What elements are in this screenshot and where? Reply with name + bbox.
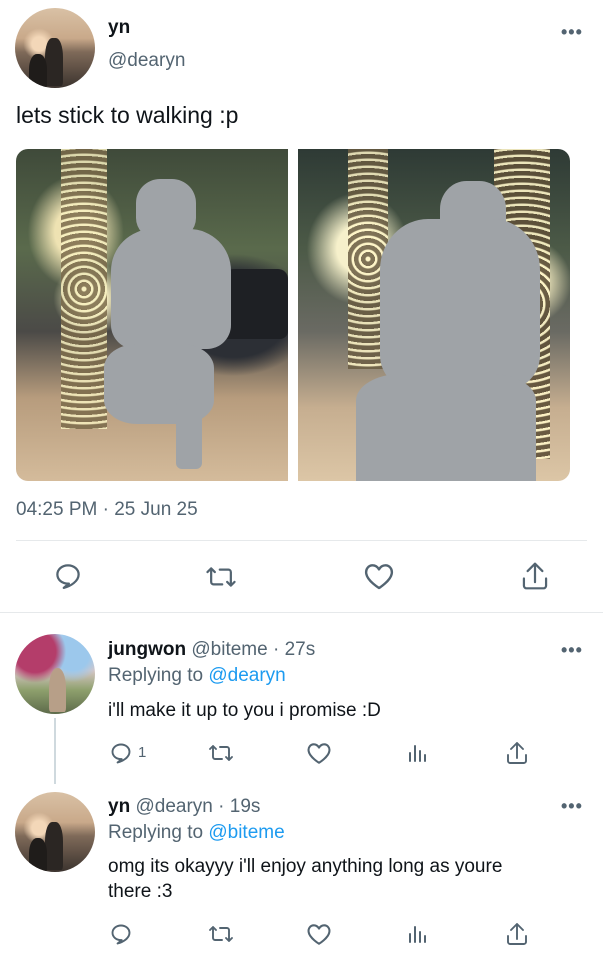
author-name[interactable]: yn <box>108 796 130 817</box>
reply-count: 1 <box>138 744 147 761</box>
share-icon[interactable] <box>505 921 529 947</box>
reply-time: · 27s <box>272 639 316 660</box>
ellipsis-icon[interactable]: ••• <box>561 796 583 817</box>
analytics-icon[interactable] <box>406 922 430 946</box>
divider <box>16 540 587 541</box>
tweet-timestamp: 04:25 PM · 25 Jun 25 <box>16 499 198 520</box>
reply-header: jungwon @biteme · 27s <box>108 639 315 661</box>
tweet-photo-1[interactable] <box>16 149 288 481</box>
avatar[interactable] <box>15 8 95 88</box>
author-name[interactable]: jungwon <box>108 639 186 660</box>
share-icon[interactable] <box>520 560 550 592</box>
tweet-text: lets stick to walking :p <box>16 102 239 128</box>
tweet-photo-2[interactable] <box>298 149 570 481</box>
ellipsis-icon[interactable]: ••• <box>561 640 583 661</box>
reply-header: yn @dearyn · 19s <box>108 796 260 818</box>
avatar[interactable] <box>15 792 95 872</box>
retweet-icon[interactable] <box>207 741 235 765</box>
reply-text-line-1: omg its okayyy i'll enjoy anything long … <box>108 856 503 877</box>
divider <box>0 612 603 613</box>
retweet-icon[interactable] <box>207 922 235 946</box>
reply-icon[interactable] <box>109 922 133 946</box>
avatar[interactable] <box>15 634 95 714</box>
like-icon[interactable] <box>306 741 332 765</box>
replying-to-label: Replying to <box>108 822 204 843</box>
reply-text: i'll make it up to you i promise :D <box>108 700 381 721</box>
thread-line <box>54 718 56 784</box>
reply-icon[interactable] <box>53 561 83 591</box>
reply-time: · 19s <box>218 796 261 817</box>
reply-text-line-2: there :3 <box>108 881 173 902</box>
replying-to: Replying to @biteme <box>108 822 285 844</box>
mention-link[interactable]: @biteme <box>208 822 284 843</box>
share-icon[interactable] <box>505 740 529 766</box>
replying-to-label: Replying to <box>108 665 204 686</box>
analytics-icon[interactable] <box>406 741 430 765</box>
author-name[interactable]: yn <box>108 17 130 39</box>
like-icon[interactable] <box>306 922 332 946</box>
author-handle[interactable]: @dearyn <box>108 50 185 72</box>
ellipsis-icon[interactable]: ••• <box>561 22 583 43</box>
like-icon[interactable] <box>363 561 395 591</box>
mention-link[interactable]: @dearyn <box>208 665 285 686</box>
author-handle[interactable]: @dearyn <box>135 796 212 817</box>
replying-to: Replying to @dearyn <box>108 665 286 687</box>
retweet-icon[interactable] <box>205 562 237 592</box>
author-handle[interactable]: @biteme <box>191 639 267 660</box>
reply-icon[interactable] <box>109 741 133 765</box>
